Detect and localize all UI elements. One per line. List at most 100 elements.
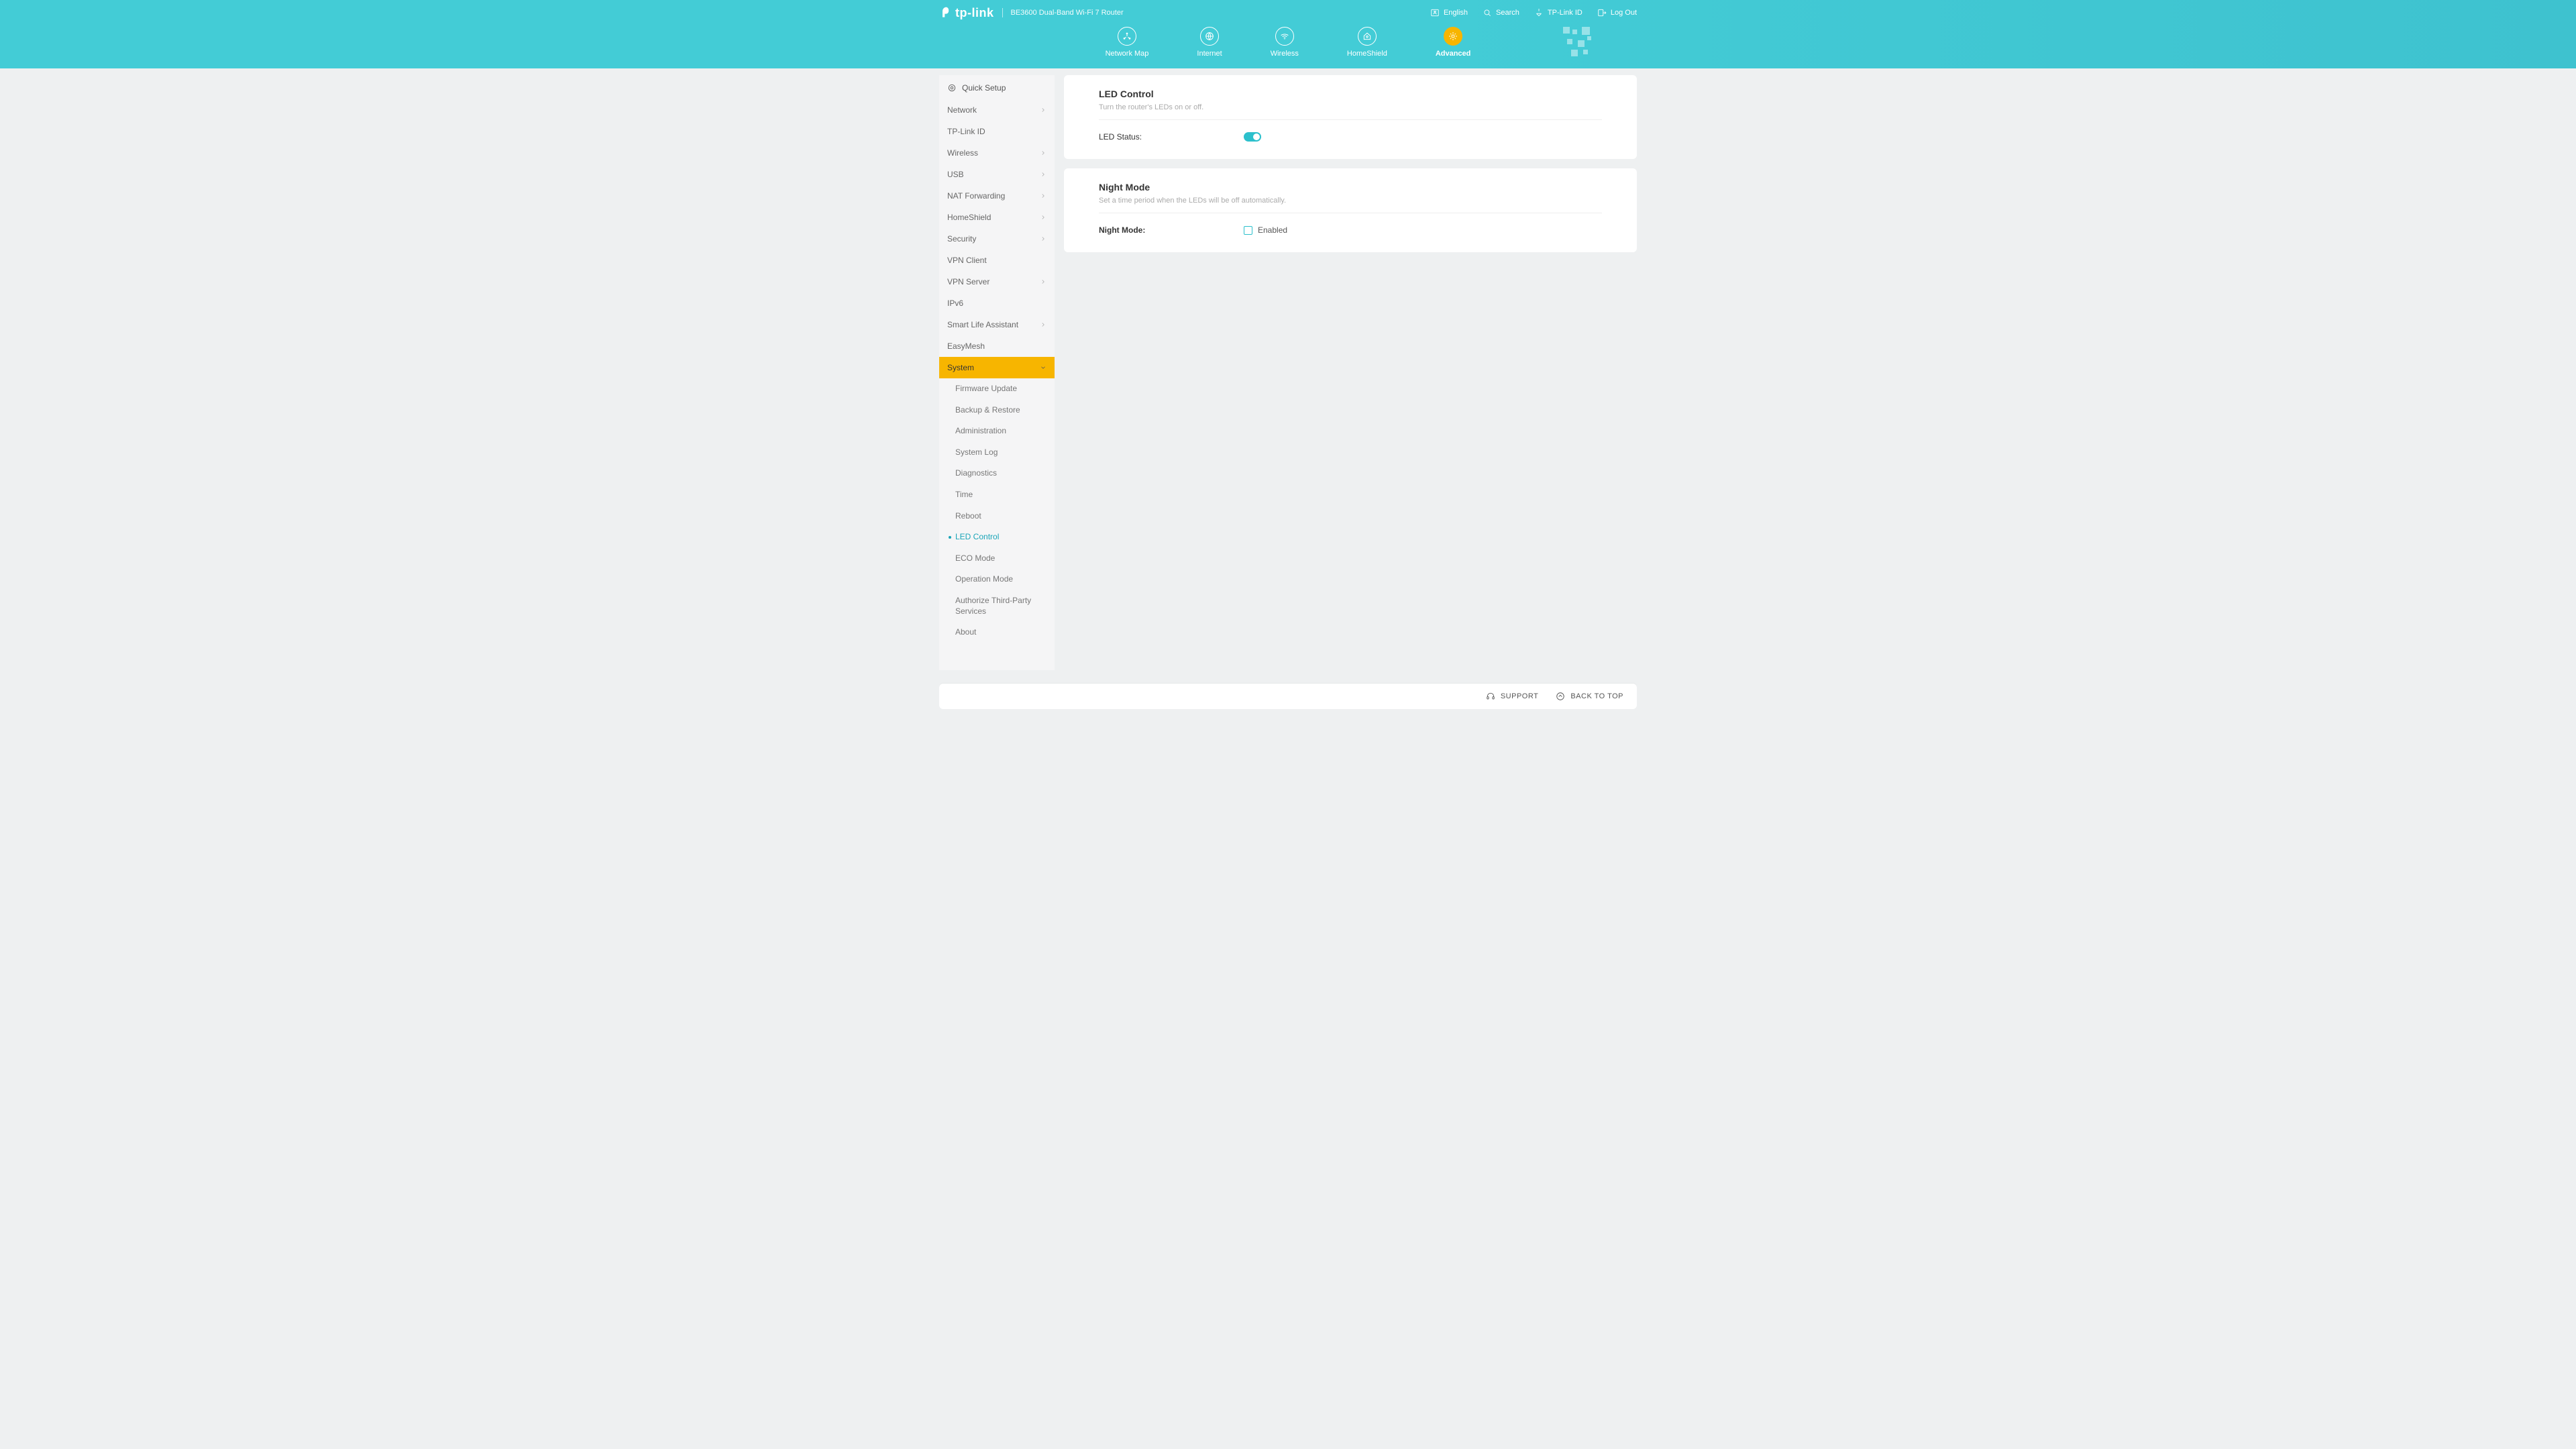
back-to-top-button[interactable]: BACK TO TOP: [1556, 692, 1623, 701]
language-icon: [1430, 8, 1440, 17]
support-button[interactable]: SUPPORT: [1486, 692, 1538, 701]
sidebar-item-homeshield[interactable]: HomeShield: [939, 207, 1055, 228]
sidebar-subitem-system-log[interactable]: System Log: [939, 442, 1055, 464]
tab-internet[interactable]: Internet: [1197, 27, 1222, 58]
tab-wireless[interactable]: Wireless: [1271, 27, 1299, 58]
sidebar-item-vpn-server[interactable]: VPN Server: [939, 271, 1055, 292]
night-mode-checkbox[interactable]: [1244, 226, 1252, 235]
sidebar-item-wireless[interactable]: Wireless: [939, 142, 1055, 164]
sidebar-item-label: EasyMesh: [947, 341, 985, 351]
quick-setup-icon: [947, 83, 957, 93]
sidebar-subitem-backup-restore[interactable]: Backup & Restore: [939, 400, 1055, 421]
led-card-title: LED Control: [1099, 89, 1602, 99]
back-to-top-icon: [1556, 692, 1565, 701]
wireless-icon: [1279, 31, 1290, 42]
sidebar-item-usb[interactable]: USB: [939, 164, 1055, 185]
sidebar-item-label: System: [947, 363, 974, 372]
back-to-top-label: BACK TO TOP: [1570, 692, 1623, 700]
sidebar-subitem-led-control[interactable]: LED Control: [939, 527, 1055, 548]
main-content: LED Control Turn the router's LEDs on or…: [1064, 75, 1637, 252]
quick-setup-link[interactable]: Quick Setup: [939, 75, 1055, 99]
advanced-icon: [1448, 31, 1458, 42]
sidebar-item-tp-link-id[interactable]: TP-Link ID: [939, 121, 1055, 142]
night-card-desc: Set a time period when the LEDs will be …: [1099, 197, 1602, 205]
sidebar-item-label: VPN Server: [947, 277, 989, 286]
tab-internet-label: Internet: [1197, 50, 1222, 58]
sidebar-item-easymesh[interactable]: EasyMesh: [939, 335, 1055, 357]
footer-bar: SUPPORT BACK TO TOP: [939, 684, 1637, 709]
sidebar-subitem-eco-mode[interactable]: ECO Mode: [939, 548, 1055, 570]
sidebar-subitem-operation-mode[interactable]: Operation Mode: [939, 569, 1055, 590]
language-selector[interactable]: English: [1430, 8, 1468, 17]
sidebar-item-label: TP-Link ID: [947, 127, 985, 136]
sidebar-item-label: IPv6: [947, 299, 963, 308]
logout-label: Log Out: [1611, 9, 1637, 17]
network-map-icon: [1122, 31, 1132, 42]
tab-homeshield[interactable]: HomeShield: [1347, 27, 1387, 58]
internet-icon: [1204, 31, 1215, 42]
night-card-title: Night Mode: [1099, 182, 1602, 193]
product-name: BE3600 Dual-Band Wi-Fi 7 Router: [1011, 9, 1124, 17]
tab-advanced-label: Advanced: [1436, 50, 1471, 58]
primary-nav: Network Map Internet Wireless HomeShield…: [939, 20, 1637, 68]
tab-wireless-label: Wireless: [1271, 50, 1299, 58]
chevron-down-icon: [1040, 364, 1046, 371]
sidebar-item-label: Wireless: [947, 148, 978, 158]
sidebar-subitems-system: Firmware UpdateBackup & RestoreAdministr…: [939, 378, 1055, 643]
night-mode-row: Night Mode: Enabled: [1099, 225, 1602, 235]
sidebar-item-label: VPN Client: [947, 256, 987, 265]
sidebar-item-ipv6[interactable]: IPv6: [939, 292, 1055, 314]
search-icon: [1483, 8, 1492, 17]
brand-block: tp-link BE3600 Dual-Band Wi-Fi 7 Router: [939, 5, 1124, 20]
sidebar-item-label: HomeShield: [947, 213, 991, 222]
led-status-toggle[interactable]: [1244, 132, 1261, 142]
brand-logo: tp-link: [939, 5, 994, 20]
chevron-right-icon: [1040, 214, 1046, 221]
sidebar-item-network[interactable]: Network: [939, 99, 1055, 121]
chevron-right-icon: [1040, 321, 1046, 328]
sidebar-subitem-authorize-third-party-services[interactable]: Authorize Third-Party Services: [939, 590, 1055, 622]
tab-homeshield-label: HomeShield: [1347, 50, 1387, 58]
chevron-right-icon: [1040, 171, 1046, 178]
tplink-id-icon: [1534, 8, 1544, 17]
logout-icon: [1597, 8, 1607, 17]
night-mode-card: Night Mode Set a time period when the LE…: [1064, 168, 1637, 252]
sidebar-subitem-administration[interactable]: Administration: [939, 421, 1055, 442]
sidebar-subitem-about[interactable]: About: [939, 622, 1055, 643]
tplink-logo-icon: [939, 5, 953, 20]
support-label: SUPPORT: [1501, 692, 1538, 700]
topbar: tp-link BE3600 Dual-Band Wi-Fi 7 Router …: [939, 0, 1637, 20]
page-body: Quick Setup Network TP-Link ID Wireless USB…: [939, 68, 1637, 690]
sidebar-subitem-diagnostics[interactable]: Diagnostics: [939, 463, 1055, 484]
sidebar-item-system[interactable]: System: [939, 357, 1055, 378]
led-status-row: LED Status:: [1099, 132, 1602, 142]
language-label: English: [1444, 9, 1468, 17]
sidebar-item-label: Smart Life Assistant: [947, 320, 1018, 329]
led-card-divider: [1099, 119, 1602, 120]
tab-network-map-label: Network Map: [1106, 50, 1149, 58]
tab-network-map[interactable]: Network Map: [1106, 27, 1149, 58]
led-status-label: LED Status:: [1099, 132, 1244, 142]
sidebar-item-vpn-client[interactable]: VPN Client: [939, 250, 1055, 271]
sidebar-item-label: NAT Forwarding: [947, 191, 1005, 201]
sidebar-subitem-firmware-update[interactable]: Firmware Update: [939, 378, 1055, 400]
brand-divider: [1002, 8, 1003, 17]
sidebar-item-security[interactable]: Security: [939, 228, 1055, 250]
logout-button[interactable]: Log Out: [1597, 8, 1637, 17]
chevron-right-icon: [1040, 107, 1046, 113]
chevron-right-icon: [1040, 235, 1046, 242]
sidebar-item-label: Network: [947, 105, 977, 115]
tplink-id-button[interactable]: TP-Link ID: [1534, 8, 1582, 17]
sidebar-item-label: Security: [947, 234, 976, 244]
brand-name: tp-link: [955, 6, 994, 20]
top-actions: English Search TP-Link ID: [1430, 8, 1637, 17]
tab-advanced[interactable]: Advanced: [1436, 27, 1471, 58]
search-button[interactable]: Search: [1483, 8, 1519, 17]
sidebar-item-nat-forwarding[interactable]: NAT Forwarding: [939, 185, 1055, 207]
night-mode-label: Night Mode:: [1099, 225, 1244, 235]
sidebar-item-smart-life-assistant[interactable]: Smart Life Assistant: [939, 314, 1055, 335]
sidebar-subitem-reboot[interactable]: Reboot: [939, 506, 1055, 527]
chevron-right-icon: [1040, 150, 1046, 156]
led-control-card: LED Control Turn the router's LEDs on or…: [1064, 75, 1637, 159]
sidebar-subitem-time[interactable]: Time: [939, 484, 1055, 506]
